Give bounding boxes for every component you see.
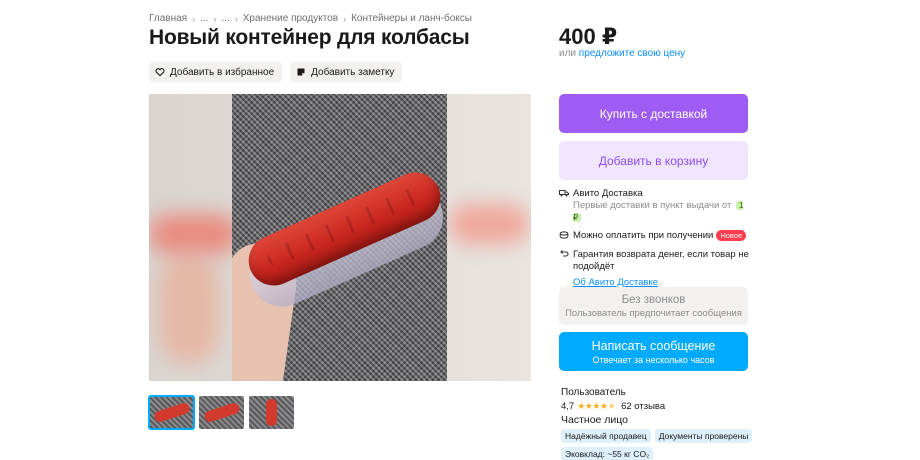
payment-text: Можно оплатить при получении Новое <box>573 230 747 243</box>
breadcrumb-item-containers[interactable]: Контейнеры и ланч-боксы <box>351 13 472 24</box>
reviews-link[interactable]: 62 отзыва <box>621 401 665 412</box>
new-badge: Новое <box>716 230 747 241</box>
badge-documents-verified: Документы проверены <box>654 429 753 443</box>
price: 400 ₽ <box>559 24 618 49</box>
rating-stars-icon: ★★★★★ <box>577 401 616 411</box>
write-message-button[interactable]: Написать сообщение Отвечает за несколько… <box>559 332 748 371</box>
no-calls-subtitle: Пользователь предпочитает сообщения <box>565 307 742 319</box>
price-offer: или предложите свою цену <box>559 48 685 59</box>
return-arrow-icon <box>559 249 569 273</box>
add-to-cart-label: Добавить в корзину <box>598 153 709 168</box>
offer-price-link[interactable]: предложите свою цену <box>579 48 685 59</box>
product-photo <box>232 94 447 381</box>
delivery-title: Авито Доставка <box>573 188 643 199</box>
write-message-title: Написать сообщение <box>591 338 716 353</box>
add-to-favorites-label: Добавить в избранное <box>170 66 275 78</box>
product-photo-gallery[interactable] <box>149 94 531 381</box>
chevron-right-icon: › <box>343 13 347 24</box>
chevron-right-icon: › <box>234 13 238 24</box>
no-calls-title: Без звонков <box>621 293 686 306</box>
badge-eco-contribution: Эковклад: ~55 кг CO₂ <box>561 447 654 460</box>
delivery-info: Авито Доставка Первые доставки в пункт в… <box>559 188 749 289</box>
coins-icon <box>559 230 569 243</box>
breadcrumb-item-ellipsis[interactable]: ... <box>200 13 208 24</box>
payment-row: Можно оплатить при получении Новое <box>559 230 749 243</box>
delivery-row: Авито Доставка Первые доставки в пункт в… <box>559 188 749 224</box>
seller-type: Частное лицо <box>561 414 629 426</box>
buy-with-delivery-button[interactable]: Купить с доставкой <box>559 94 748 133</box>
page-title: Новый контейнер для колбасы <box>149 26 470 49</box>
item-actions: Добавить в избранное Добавить заметку <box>149 62 403 82</box>
no-calls-notice: Без звонков Пользователь предпочитает со… <box>559 287 748 325</box>
heart-icon <box>155 67 165 77</box>
buy-with-delivery-label: Купить с доставкой <box>599 106 708 121</box>
badge-reliable-seller: Надёжный продавец <box>561 429 651 443</box>
truck-icon <box>559 188 569 224</box>
seller-rating: 4,7 ★★★★★ 62 отзыва <box>561 401 665 412</box>
write-message-subtitle: Отвечает за несколько часов <box>592 354 715 365</box>
breadcrumb-item-home[interactable]: Главная <box>149 13 187 24</box>
photo-thumbnail[interactable] <box>199 396 244 429</box>
add-to-favorites-button[interactable]: Добавить в избранное <box>149 62 283 82</box>
seller-name[interactable]: Пользователь <box>561 387 665 398</box>
seller-info: Пользователь 4,7 ★★★★★ 62 отзыва Частное… <box>561 387 665 426</box>
delivery-subtitle: Первые доставки в пункт выдачи от 1 ₽ <box>573 200 744 222</box>
guarantee-text: Гарантия возврата денег, если товар не п… <box>573 249 749 272</box>
note-icon <box>296 67 306 77</box>
breadcrumb-item-ellipsis[interactable]: ... <box>221 13 229 24</box>
photo-thumbnail[interactable] <box>249 396 294 429</box>
guarantee-row: Гарантия возврата денег, если товар не п… <box>559 249 749 273</box>
breadcrumb: Главная › ... › ... › Хранение продуктов… <box>149 13 472 24</box>
add-note-label: Добавить заметку <box>311 66 395 78</box>
seller-badges: Надёжный продавец Документы проверены Эк… <box>561 429 761 460</box>
price-offer-prefix: или <box>559 48 577 59</box>
chevron-right-icon: › <box>213 13 217 24</box>
chevron-right-icon: › <box>192 13 196 24</box>
add-note-button[interactable]: Добавить заметку <box>290 62 403 82</box>
add-to-cart-button[interactable]: Добавить в корзину <box>559 141 748 180</box>
rating-value: 4,7 <box>561 401 575 412</box>
photo-thumbnails <box>148 395 294 430</box>
breadcrumb-item-food-storage[interactable]: Хранение продуктов <box>243 13 338 24</box>
photo-thumbnail[interactable] <box>148 395 195 430</box>
